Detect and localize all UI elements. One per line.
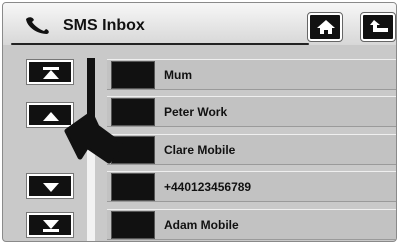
skip-top-icon — [43, 67, 59, 79]
arrow-down-icon — [43, 183, 59, 192]
message-indicator — [111, 211, 155, 239]
back-button[interactable] — [360, 12, 396, 42]
home-button[interactable] — [307, 12, 343, 42]
inbox-item[interactable]: Mum — [107, 59, 396, 90]
header-divider — [11, 43, 309, 45]
message-indicator — [111, 61, 155, 89]
inbox-item[interactable]: Peter Work — [107, 96, 396, 127]
scroll-to-bottom-button[interactable] — [26, 212, 74, 238]
message-indicator — [111, 173, 155, 201]
sms-inbox-screen: SMS Inbox Mum Peter Work Clare Mobile +4… — [2, 2, 397, 242]
scroll-down-button[interactable] — [26, 173, 74, 199]
phone-icon — [23, 15, 51, 35]
inbox-item[interactable]: +440123456789 — [107, 171, 396, 202]
inbox-item[interactable]: Adam Mobile — [107, 209, 396, 240]
home-icon — [317, 20, 335, 34]
page-title: SMS Inbox — [63, 17, 145, 34]
scroll-to-top-button[interactable] — [26, 59, 74, 85]
inbox-item[interactable]: Clare Mobile — [107, 134, 396, 165]
header-bar: SMS Inbox — [3, 3, 396, 45]
skip-bottom-icon — [43, 220, 59, 232]
contact-name: Peter Work — [164, 105, 228, 119]
arrow-up-icon — [43, 112, 59, 121]
contact-name: +440123456789 — [164, 180, 252, 194]
contact-name: Clare Mobile — [164, 143, 236, 157]
contact-name: Mum — [164, 68, 192, 82]
contact-name: Adam Mobile — [164, 218, 239, 232]
back-arrow-icon — [370, 20, 388, 32]
pointer-arrow-icon — [61, 111, 125, 167]
